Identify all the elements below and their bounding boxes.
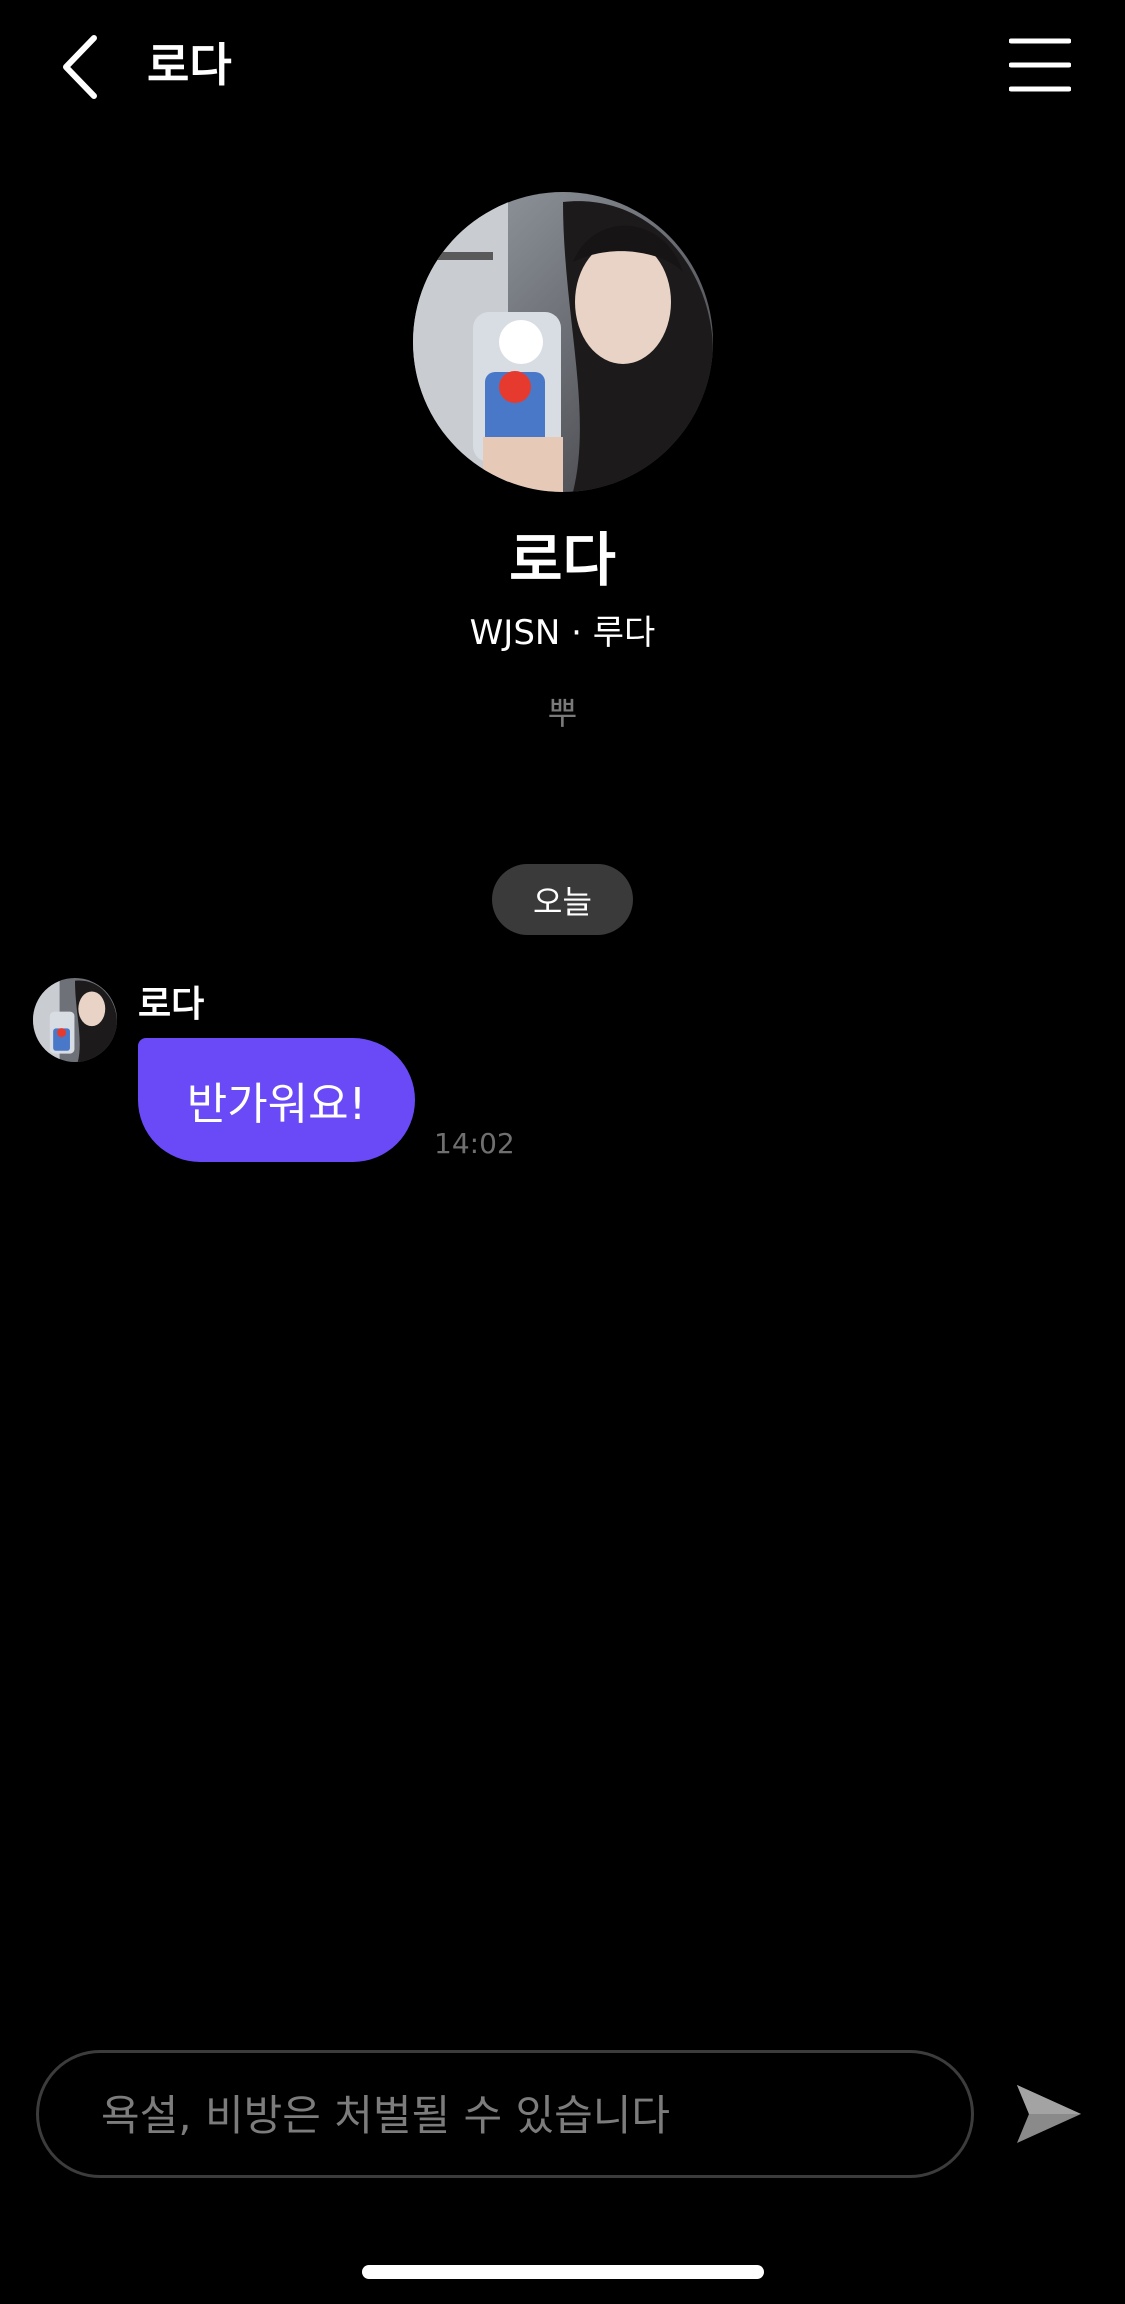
- profile-photo[interactable]: [413, 192, 713, 492]
- message-bubble[interactable]: 반가워요!: [138, 1038, 415, 1162]
- avatar-image: [33, 978, 117, 1062]
- message-sender: 로다: [138, 984, 205, 1025]
- profile-status: 뿌: [547, 694, 578, 732]
- message-composer: [36, 2050, 974, 2178]
- back-button[interactable]: [40, 22, 120, 112]
- menu-button[interactable]: [1000, 30, 1080, 100]
- message-input[interactable]: [99, 2053, 923, 2177]
- message-time: 14:02: [434, 1127, 515, 1160]
- send-arrow-icon: [1017, 2085, 1081, 2143]
- top-bar: 로다: [0, 0, 1125, 130]
- home-indicator[interactable]: [362, 2265, 764, 2279]
- date-divider: 오늘: [492, 864, 633, 935]
- profile-name: 로다: [509, 526, 616, 594]
- message-avatar[interactable]: [33, 978, 117, 1062]
- chevron-left-icon: [63, 35, 97, 99]
- send-button[interactable]: [1010, 2078, 1086, 2150]
- profile-photo-image: [413, 192, 713, 492]
- profile-subtitle: WJSN · 루다: [469, 613, 656, 653]
- header-title: 로다: [147, 38, 232, 92]
- hamburger-menu-icon: [1009, 38, 1071, 92]
